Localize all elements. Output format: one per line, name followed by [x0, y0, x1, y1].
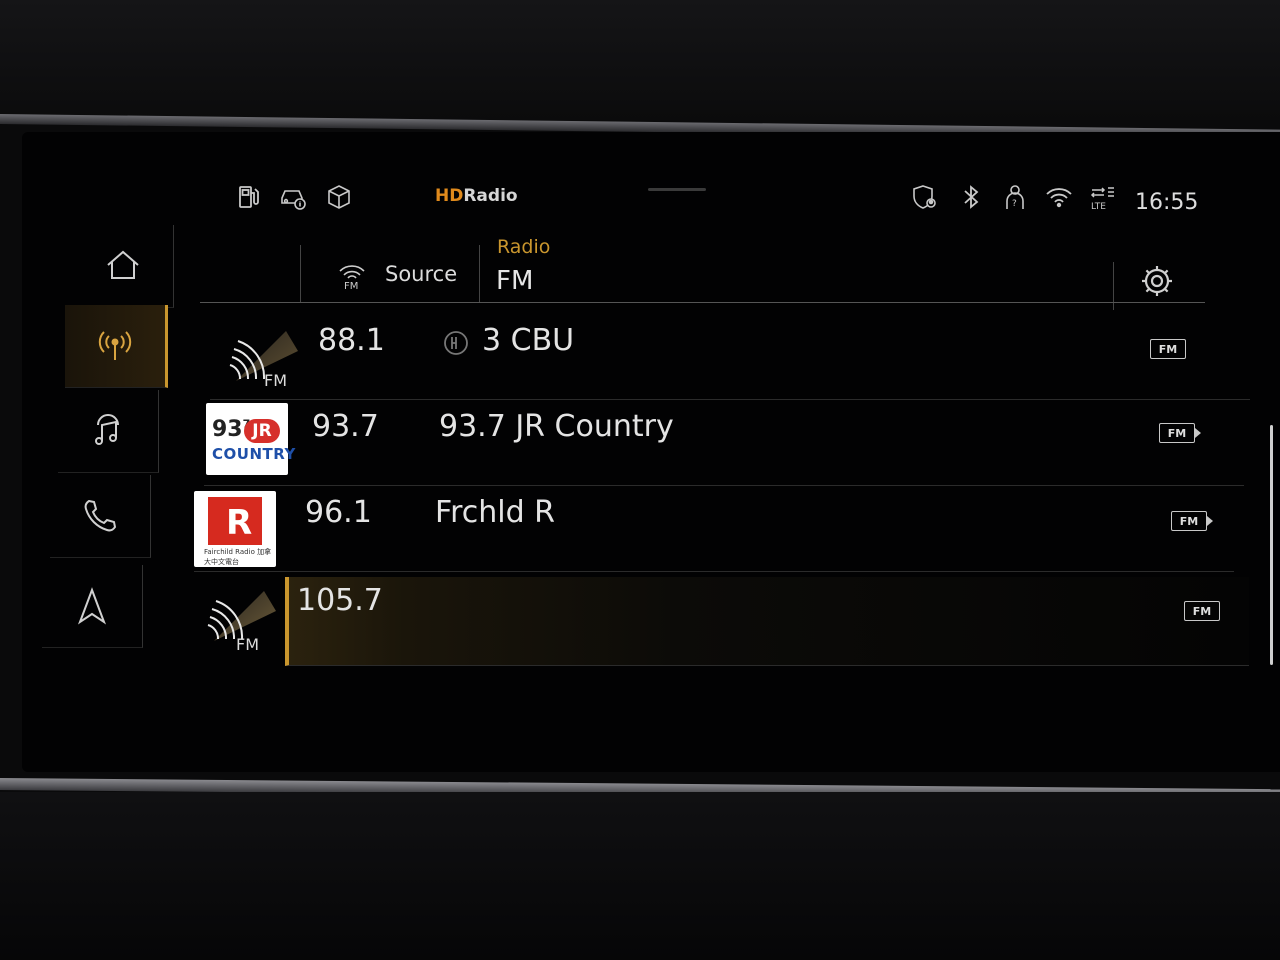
nav-navigation[interactable]: [42, 565, 143, 648]
drag-handle[interactable]: [648, 188, 706, 191]
hd-logo-mark: HD: [435, 186, 464, 206]
bluetooth-icon[interactable]: [956, 182, 986, 212]
home-icon: [107, 250, 139, 279]
station-frequency: 105.7: [297, 583, 383, 618]
cube-icon[interactable]: [324, 182, 354, 212]
station-frequency: 88.1: [318, 323, 385, 358]
fm-band-tag: FM: [1159, 423, 1201, 443]
radio-icon: [98, 331, 132, 360]
station-row[interactable]: R Fairchild Radio 加拿大中文電台 96.1 Frchld R …: [194, 487, 1234, 572]
lte-icon[interactable]: LTE: [1088, 182, 1118, 212]
station-row[interactable]: 937 JR COUNTRY 93.7 93.7 JR Country FM: [204, 401, 1244, 486]
phone-icon: [84, 499, 117, 532]
wifi-icon[interactable]: [1044, 182, 1074, 212]
clock: 16:55: [1135, 190, 1199, 215]
station-frequency: 93.7: [312, 409, 379, 444]
station-frequency: 96.1: [305, 495, 372, 530]
header-divider: [200, 302, 1205, 303]
nav-phone[interactable]: [50, 475, 151, 558]
station-name: 93.7 JR Country: [439, 409, 674, 444]
list-scrollbar[interactable]: [1270, 425, 1273, 665]
logo-fm-text: FM: [264, 371, 288, 390]
hd-logo-text: Radio: [463, 186, 518, 206]
source-label: Source: [385, 262, 458, 286]
navigation-icon: [77, 587, 107, 625]
settings-button[interactable]: [1138, 262, 1176, 300]
dashboard-top: [0, 0, 1280, 120]
fuel-icon[interactable]: [234, 182, 264, 212]
station-logo-fairchild: R Fairchild Radio 加拿大中文電台: [194, 491, 276, 567]
nav-music[interactable]: [58, 390, 159, 473]
station-name: 3 CBU: [482, 323, 575, 358]
dashboard-bottom: [0, 792, 1280, 960]
svg-text:LTE: LTE: [1091, 202, 1106, 212]
status-bar: HDRadio ? LTE 16:55: [230, 178, 1230, 218]
fairchild-caption: Fairchild Radio 加拿大中文電台: [204, 548, 272, 566]
fairchild-mark: R: [208, 497, 262, 545]
hd-radio-logo: HDRadio: [435, 186, 518, 206]
hd-icon: [442, 329, 470, 357]
station-logo-jr-country: 937 JR COUNTRY: [206, 403, 295, 475]
band-title: FM: [496, 266, 534, 296]
source-button[interactable]: FM Source: [300, 245, 480, 303]
logo-fm-text: FM: [236, 635, 260, 654]
user-icon[interactable]: ?: [1000, 182, 1030, 212]
location-shield-icon[interactable]: [910, 182, 940, 212]
car-info-icon[interactable]: [278, 182, 308, 212]
nav-home[interactable]: [73, 225, 174, 308]
fm-band-tag: FM: [1150, 339, 1186, 359]
fm-band-tag: FM: [1171, 511, 1213, 531]
svg-text:?: ?: [1012, 199, 1017, 209]
jr-logo-badge: JR: [244, 419, 280, 443]
station-row[interactable]: FM 88.1 3 CBU FM: [210, 315, 1250, 400]
music-icon: [95, 414, 119, 445]
station-row-active[interactable]: 105.7 FM: [285, 577, 1249, 666]
gear-icon: [1142, 266, 1172, 296]
station-list: FM 88.1 3 CBU FM 937 JR COUNTRY 93.7 93.…: [190, 315, 1250, 670]
nav-radio[interactable]: [65, 305, 168, 388]
main-nav: [40, 225, 175, 655]
station-logo-fm: FM: [194, 581, 276, 654]
station-name: Frchld R: [435, 495, 556, 530]
section-label: Radio: [497, 236, 551, 258]
jr-logo-country: COUNTRY: [212, 445, 296, 463]
fm-source-icon: FM: [335, 257, 369, 292]
jr-logo-number-main: 93: [212, 417, 243, 442]
fm-band-tag: FM: [1184, 601, 1220, 621]
station-logo-fm: FM: [216, 321, 298, 393]
svg-text:FM: FM: [344, 281, 358, 291]
